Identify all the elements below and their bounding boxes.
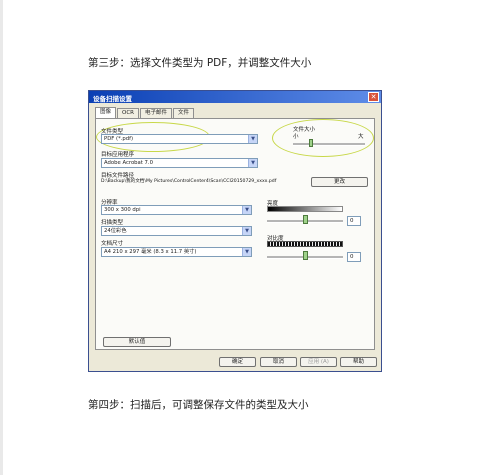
step-4-heading: 第四步：扫描后，可调整保存文件的类型及大小 [88, 399, 309, 411]
image-settings-panel: 文件类型 PDF (*.pdf) ▼ 文件大小 小 大 目标应用程序 Adobe… [95, 118, 375, 350]
chevron-down-icon: ▼ [248, 135, 257, 143]
document-size-select[interactable]: A4 210 x 297 毫米 (8.3 x 11.7 英寸) ▼ [101, 247, 252, 257]
scan-type-label: 扫描类型 [101, 220, 124, 226]
dialog-titlebar[interactable]: 设备扫描设置 ✕ [89, 91, 381, 103]
file-size-max-label: 大 [358, 134, 364, 140]
close-button[interactable]: ✕ [368, 92, 379, 102]
change-path-button[interactable]: 更改 [311, 177, 368, 187]
file-type-select[interactable]: PDF (*.pdf) ▼ [101, 134, 258, 144]
step-3-heading: 第三步：选择文件类型为 PDF，并调整文件大小 [88, 57, 312, 69]
file-type-value: PDF (*.pdf) [104, 136, 134, 142]
contrast-pattern [267, 241, 343, 247]
file-size-track[interactable] [293, 143, 365, 146]
help-button[interactable]: 帮助 [340, 357, 377, 367]
contrast-value-field[interactable]: 0 [347, 252, 361, 262]
target-app-label: 目标应用程序 [101, 152, 135, 158]
tab-email[interactable]: 电子邮件 [140, 108, 173, 118]
brightness-value-field[interactable]: 0 [347, 216, 361, 226]
file-size-slider-thumb[interactable] [309, 139, 313, 147]
target-app-value: Adobe Acrobat 7.0 [104, 160, 153, 166]
document-size-value: A4 210 x 297 毫米 (8.3 x 11.7 英寸) [104, 249, 197, 255]
chevron-down-icon: ▼ [248, 159, 257, 167]
scan-settings-dialog: 设备扫描设置 ✕ 图像 OCR 电子邮件 文件 文件类型 PDF (*.pdf)… [88, 90, 382, 372]
document-size-label: 文档尺寸 [101, 241, 124, 247]
brightness-gradient [267, 206, 343, 212]
target-path-field[interactable]: D:\Backup\我的文档\My Pictures\ControlCenter… [101, 177, 306, 186]
dialog-title: 设备扫描设置 [93, 95, 132, 103]
scan-type-select[interactable]: 24位彩色 ▼ [101, 226, 252, 236]
chevron-down-icon: ▼ [242, 248, 251, 256]
chevron-down-icon: ▼ [242, 227, 251, 235]
tab-ocr[interactable]: OCR [117, 108, 140, 118]
tab-file[interactable]: 文件 [173, 108, 195, 118]
page-edge [0, 0, 3, 475]
close-icon: ✕ [370, 93, 377, 101]
tab-strip: 图像 OCR 电子邮件 文件 [95, 107, 195, 118]
cancel-button[interactable]: 取消 [260, 357, 297, 367]
file-size-min-label: 小 [293, 134, 299, 140]
chevron-down-icon: ▼ [242, 206, 251, 214]
resolution-value: 300 x 300 dpi [104, 207, 141, 213]
apply-button[interactable]: 应用 (A) [300, 357, 337, 367]
target-app-select[interactable]: Adobe Acrobat 7.0 ▼ [101, 158, 258, 168]
default-values-button[interactable]: 默认值 [103, 337, 171, 347]
contrast-slider-thumb[interactable] [302, 251, 308, 260]
brightness-slider-thumb[interactable] [302, 215, 308, 224]
tab-image[interactable]: 图像 [95, 107, 117, 118]
ok-button[interactable]: 确定 [219, 357, 256, 367]
resolution-select[interactable]: 300 x 300 dpi ▼ [101, 205, 252, 215]
scan-type-value: 24位彩色 [104, 228, 127, 234]
